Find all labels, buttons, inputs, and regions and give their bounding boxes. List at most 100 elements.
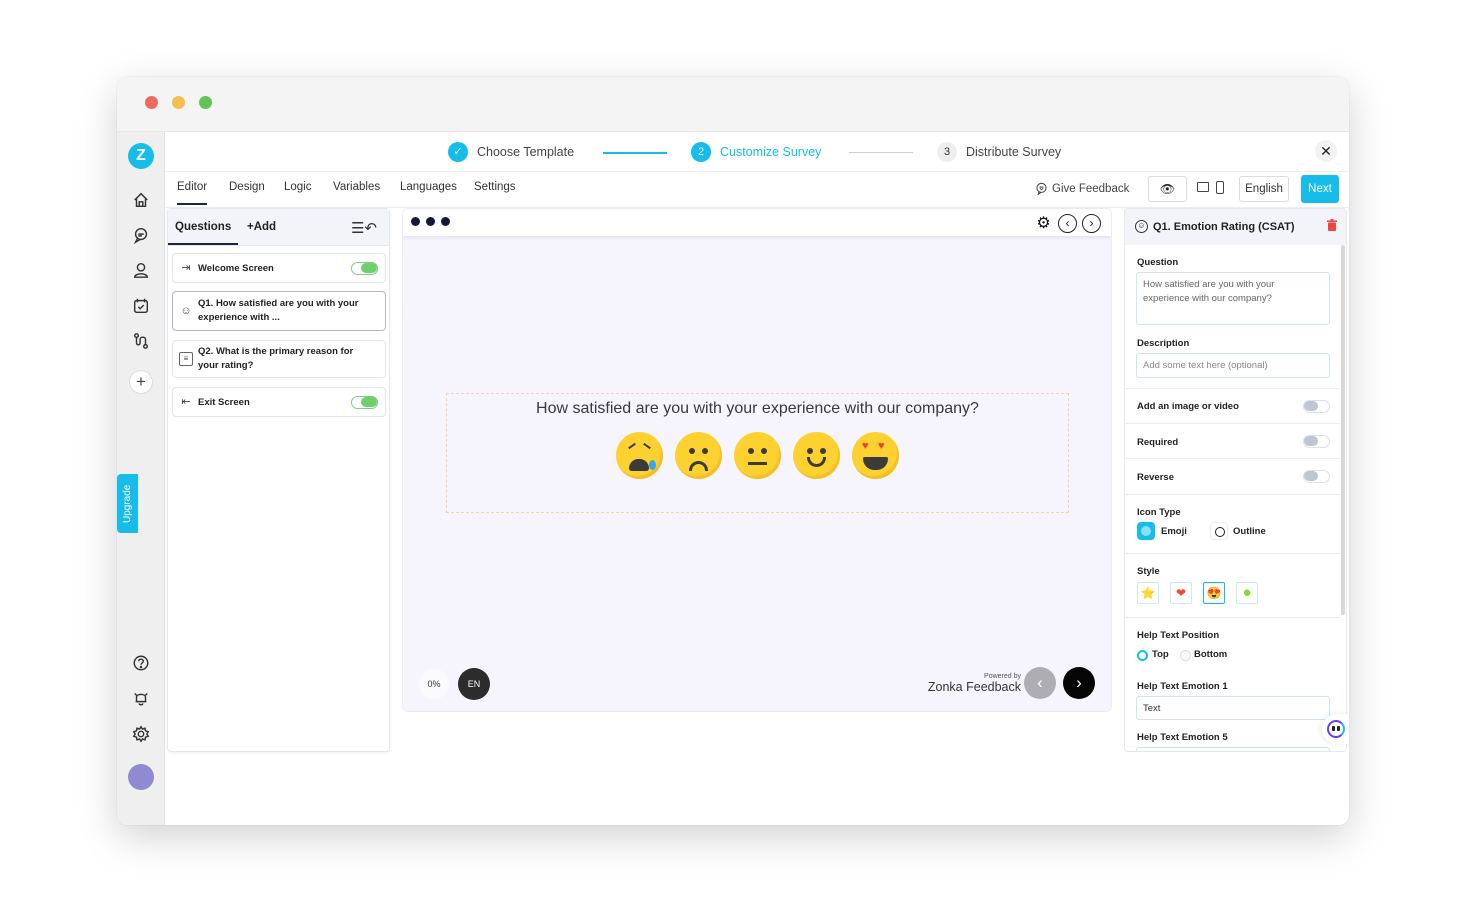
style-emoji-option[interactable]: 😍	[1203, 582, 1225, 604]
question-text: How satisfied are you with your experien…	[536, 400, 979, 417]
style-circle-option[interactable]: ●	[1236, 582, 1258, 604]
next-button[interactable]: Next	[1301, 175, 1339, 203]
step-choose-template[interactable]: ✓ Choose Template	[448, 142, 574, 162]
desktop-icon[interactable]	[1197, 182, 1209, 192]
tab-variables[interactable]: Variables	[333, 181, 380, 193]
question-item-exit[interactable]: ⇤ Exit Screen	[172, 387, 386, 417]
window-maximize-button[interactable]	[199, 96, 212, 109]
feedback-icon	[1036, 182, 1047, 195]
calendar-check-icon[interactable]	[131, 296, 151, 316]
menu-dots-icon[interactable]	[411, 217, 450, 226]
icon-type-section: Icon Type Emoji Outline	[1125, 495, 1340, 554]
required-label: Required	[1137, 437, 1179, 448]
preview-controls: ⚙ ‹ ›	[1034, 213, 1101, 233]
emoji-neutral[interactable]	[734, 432, 781, 479]
question-item-q2[interactable]: ≡ Q2. What is the primary reason for you…	[172, 340, 386, 378]
chevron-left-icon[interactable]: ‹	[1058, 213, 1077, 233]
style-heart-option[interactable]: ❤	[1170, 582, 1192, 604]
trash-icon[interactable]	[1327, 219, 1337, 231]
exit-icon: ⇤	[181, 396, 191, 408]
exit-screen-toggle[interactable]	[351, 396, 378, 409]
help-text-1-input[interactable]: Text	[1136, 696, 1330, 720]
help-text-1-label: Help Text Emotion 1	[1137, 681, 1228, 692]
emoji-icon: ☺	[180, 305, 192, 317]
preview-button[interactable]: 👁	[1148, 176, 1187, 202]
settings-icon[interactable]	[131, 724, 151, 744]
reverse-toggle[interactable]	[1303, 470, 1330, 483]
chat-icon[interactable]	[131, 225, 151, 245]
welcome-screen-toggle[interactable]	[351, 262, 378, 275]
chevron-right-icon[interactable]: ›	[1082, 213, 1101, 233]
survey-next-button[interactable]: ›	[1063, 667, 1095, 699]
question-properties-panel: ☺ Q1. Emotion Rating (CSAT) Question How…	[1124, 208, 1347, 752]
question-label: Q2. What is the primary reason for your …	[198, 346, 354, 371]
step-label: Choose Template	[477, 145, 575, 159]
question-section: Question How satisfied are you with your…	[1125, 245, 1340, 389]
language-badge[interactable]: EN	[458, 668, 490, 700]
question-block[interactable]: How satisfied are you with your experien…	[446, 393, 1069, 513]
description-input[interactable]: Add some text here (optional)	[1136, 353, 1330, 378]
reverse-section: Reverse	[1125, 459, 1340, 495]
chatbot-button[interactable]	[1322, 714, 1349, 744]
help-text-bottom-radio[interactable]	[1180, 650, 1191, 661]
help-text-5-input[interactable]: Text	[1136, 747, 1330, 751]
step-customize-survey[interactable]: 2 Customize Survey	[691, 142, 821, 162]
tab-design[interactable]: Design	[229, 181, 265, 193]
eye-icon: 👁	[1159, 182, 1176, 196]
question-item-welcome[interactable]: ⇥ Welcome Screen	[172, 253, 386, 283]
questions-panel: Questions +Add ☰↶ ⇥ Welcome Screen ☺ Q1.…	[167, 208, 390, 752]
tab-editor[interactable]: Editor	[177, 181, 208, 205]
window-minimize-button[interactable]	[172, 96, 185, 109]
add-button[interactable]: +	[129, 370, 153, 394]
style-star-option[interactable]: ⭐	[1137, 582, 1159, 604]
question-textarea[interactable]: How satisfied are you with your experien…	[1136, 272, 1330, 325]
survey-prev-button[interactable]: ‹	[1024, 667, 1056, 699]
step-label: Distribute Survey	[966, 145, 1062, 159]
workflow-icon[interactable]	[131, 331, 151, 351]
scrollbar[interactable]	[1341, 245, 1345, 615]
required-section: Required	[1125, 424, 1340, 459]
zonka-logo[interactable]: Z	[128, 143, 154, 169]
help-text-top-label: Top	[1152, 649, 1169, 660]
emoji-heart-eyes[interactable]: ♥ ♥	[852, 432, 899, 479]
help-text-top-radio[interactable]	[1137, 650, 1148, 661]
gear-icon[interactable]: ⚙	[1034, 213, 1053, 233]
icon-type-emoji-radio[interactable]	[1137, 522, 1155, 540]
question-item-q1[interactable]: ☺ Q1. How satisfied are you with your ex…	[172, 291, 386, 331]
user-icon[interactable]	[131, 260, 151, 280]
media-section: Add an image or video	[1125, 389, 1340, 424]
left-sidebar: Z + Upgrade	[117, 132, 165, 825]
close-icon[interactable]: ✕	[1315, 140, 1337, 162]
style-label: Style	[1137, 566, 1160, 577]
add-media-toggle[interactable]	[1303, 400, 1330, 413]
add-question-button[interactable]: +Add	[247, 221, 276, 233]
upgrade-button[interactable]: Upgrade	[117, 474, 138, 533]
emoji-weary[interactable]	[616, 432, 663, 479]
give-feedback-button[interactable]: Give Feedback	[1035, 182, 1129, 195]
icon-type-outline-label: Outline	[1233, 526, 1266, 537]
mobile-icon[interactable]	[1216, 181, 1224, 194]
step-connector	[603, 152, 667, 154]
step-number: 2	[691, 142, 711, 162]
language-select[interactable]: English	[1239, 176, 1289, 202]
window-close-button[interactable]	[145, 96, 158, 109]
emoji-slight-smile[interactable]	[793, 432, 840, 479]
required-toggle[interactable]	[1303, 435, 1330, 448]
bell-icon[interactable]	[131, 688, 151, 708]
tab-questions[interactable]: Questions	[167, 221, 239, 245]
reorder-icon[interactable]: ☰↶	[351, 219, 377, 237]
tab-languages[interactable]: Languages	[400, 181, 457, 193]
brand-name: Zonka Feedback	[927, 680, 1021, 694]
icon-type-outline-radio[interactable]	[1210, 522, 1228, 540]
properties-title: Q1. Emotion Rating (CSAT)	[1153, 221, 1295, 233]
check-icon: ✓	[448, 142, 468, 162]
step-distribute-survey[interactable]: 3 Distribute Survey	[937, 142, 1061, 162]
survey-preview: ⚙ ‹ › How satisfied are you with your ex…	[402, 208, 1112, 712]
tab-settings[interactable]: Settings	[474, 181, 516, 193]
emoji-frowning[interactable]	[675, 432, 722, 479]
tab-logic[interactable]: Logic	[284, 181, 312, 193]
user-avatar[interactable]	[128, 764, 154, 790]
home-icon[interactable]	[131, 190, 151, 210]
help-text-section: Help Text Position Top Bottom Help Text …	[1125, 618, 1340, 751]
help-icon[interactable]	[131, 653, 151, 673]
